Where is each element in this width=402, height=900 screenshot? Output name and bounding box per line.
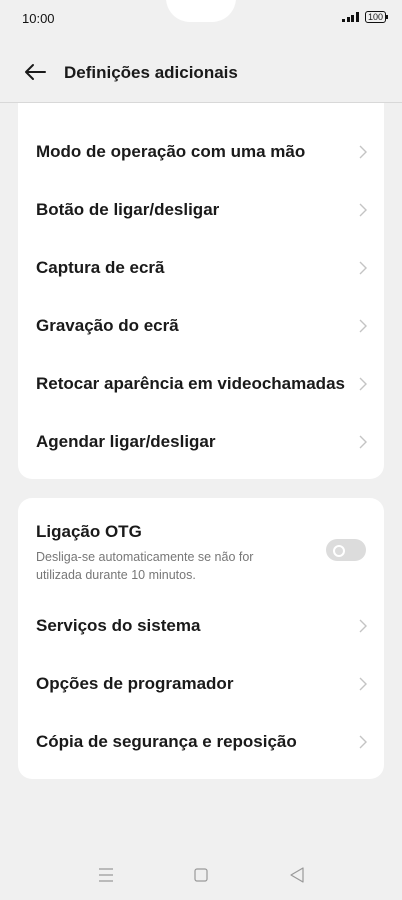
chevron-right-icon <box>359 619 367 633</box>
row-screenshot[interactable]: Captura de ecrã <box>18 239 384 297</box>
row-video-call-beauty[interactable]: Retocar aparência em videochamadas <box>18 355 384 413</box>
chevron-right-icon <box>359 677 367 691</box>
row-system-services[interactable]: Serviços do sistema <box>18 597 384 655</box>
toggle-off-icon <box>333 545 345 557</box>
battery-icon: 100 <box>364 11 389 23</box>
chevron-right-icon <box>359 377 367 391</box>
chevron-right-icon <box>359 203 367 217</box>
otg-title: Ligação OTG <box>36 522 142 541</box>
navigation-bar <box>0 855 402 895</box>
otg-toggle[interactable] <box>326 539 366 561</box>
settings-group-2: Ligação OTG Desliga-se automaticamente s… <box>18 498 384 779</box>
chevron-right-icon <box>359 319 367 333</box>
chevron-right-icon <box>359 735 367 749</box>
page-title: Definições adicionais <box>64 63 238 82</box>
settings-group-1: Modo de operação com uma mão Botão de li… <box>18 103 384 479</box>
camera-notch <box>166 0 236 22</box>
row-label: Serviços do sistema <box>36 616 201 635</box>
row-scheduled-power[interactable]: Agendar ligar/desligar <box>18 413 384 471</box>
status-time: 10:00 <box>22 11 55 26</box>
back-arrow-icon[interactable] <box>22 59 48 85</box>
row-label: Retocar aparência em videochamadas <box>36 374 345 393</box>
row-label: Botão de ligar/desligar <box>36 200 220 219</box>
menu-icon[interactable] <box>86 855 126 895</box>
row-label: Agendar ligar/desligar <box>36 432 216 451</box>
chevron-right-icon <box>359 435 367 449</box>
app-header: Definições adicionais <box>0 48 402 102</box>
chevron-right-icon <box>359 145 367 159</box>
row-label: Captura de ecrã <box>36 258 165 277</box>
row-one-hand-mode[interactable]: Modo de operação com uma mão <box>18 123 384 181</box>
signal-icon <box>342 12 359 22</box>
status-icons: 100 <box>342 11 389 23</box>
row-backup-reset[interactable]: Cópia de segurança e reposição <box>18 713 384 771</box>
row-label: Cópia de segurança e reposição <box>36 732 297 751</box>
chevron-right-icon <box>359 261 367 275</box>
row-label: Gravação do ecrã <box>36 316 179 335</box>
row-power-button[interactable]: Botão de ligar/desligar <box>18 181 384 239</box>
status-bar: 10:00 100 <box>0 0 402 40</box>
back-triangle-icon[interactable] <box>277 855 317 895</box>
row-label: Modo de operação com uma mão <box>36 142 306 161</box>
home-square-icon[interactable] <box>181 855 221 895</box>
row-developer-options[interactable]: Opções de programador <box>18 655 384 713</box>
row-screen-recording[interactable]: Gravação do ecrã <box>18 297 384 355</box>
otg-description: Desliga-se automaticamente se não for ut… <box>36 550 254 582</box>
row-label: Opções de programador <box>36 674 234 693</box>
